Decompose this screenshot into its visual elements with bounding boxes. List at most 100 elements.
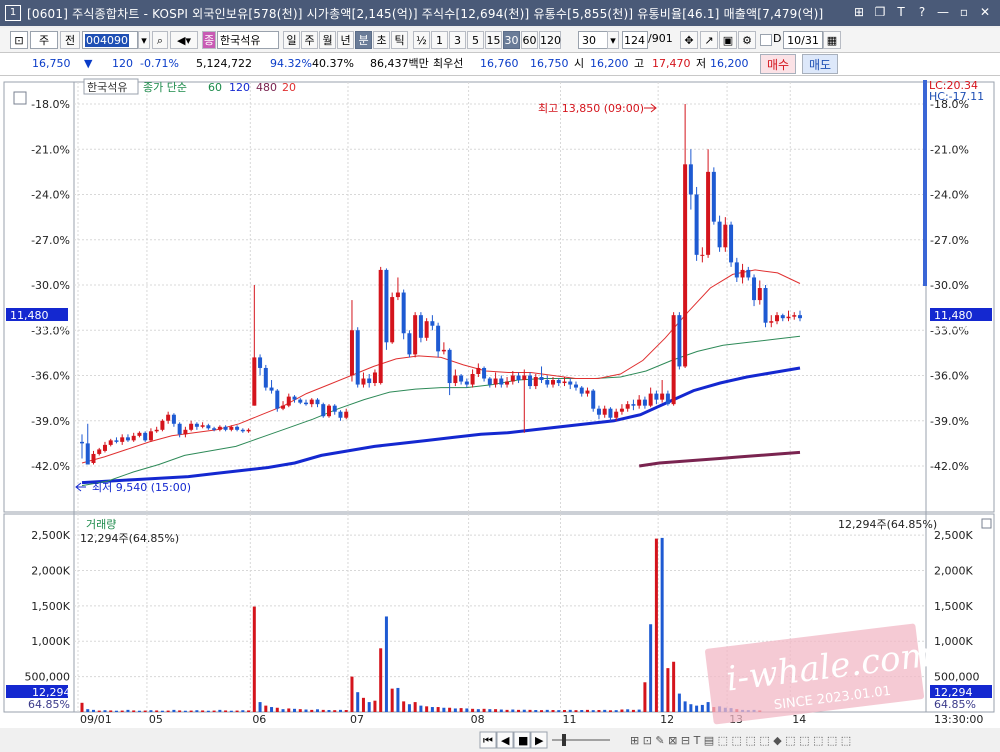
interval-button-3[interactable]: 5 [467,31,484,49]
interval-button-6[interactable]: 60 [521,31,538,49]
volume-bar [109,710,113,712]
candle-body [464,381,469,385]
pane-settings-icon [13,91,27,105]
candle-body [85,443,90,465]
candle-body [487,378,492,385]
candle-body [114,440,119,442]
volume-bar [310,709,314,712]
interval-button-5[interactable]: 30 [503,31,520,49]
buy-button[interactable]: 매수 [760,54,796,74]
crosshair-icon[interactable]: ✥ [680,31,698,49]
period-button-2[interactable]: 월 [319,31,336,49]
text-icon[interactable]: T [892,4,910,21]
volume-bar [155,710,159,712]
volume-bar [511,709,515,712]
volume-bar [270,707,274,712]
search-icon[interactable]: ⌕ [152,31,168,49]
volume-bar [172,709,176,712]
calendar-icon[interactable]: ▦ [823,31,841,49]
volume-bar [453,708,457,712]
volume-bar [591,710,595,712]
volume-bar [677,693,681,712]
candle-body [545,380,550,385]
candle-body [551,380,556,385]
volume-bar [344,710,348,712]
candle-body [654,393,659,400]
save-icon[interactable]: ▣ [719,31,737,49]
maximize-icon[interactable]: ▫ [955,4,973,21]
candle-body [240,429,245,432]
interval-button-7[interactable]: 120 [539,31,561,49]
type-select[interactable]: 주 [30,31,58,49]
interval-button-4[interactable]: 15 [485,31,502,49]
volume-bar [293,708,297,712]
d-checkbox[interactable] [760,34,772,46]
volume-bar [91,709,95,712]
candle-body [746,269,751,278]
candle-body [441,349,446,352]
interval-button-2[interactable]: 3 [449,31,466,49]
interval-input[interactable]: 30 [578,31,608,49]
period-button-4[interactable]: 분 [355,31,372,49]
candle-body [453,375,458,384]
candle-body [286,396,291,406]
period-button-3[interactable]: 년 [337,31,354,49]
volume-bar [517,709,521,712]
close-icon[interactable]: ✕ [976,4,994,21]
x-tick-label: 11 [562,713,576,726]
candle-body [642,399,647,406]
stop-icon: ■ [518,734,528,747]
y-tick-label-right: -39.0% [930,415,969,428]
candle-body [677,315,682,367]
draw-tool-icon[interactable]: ↗ [700,31,718,49]
y-tick-label-right: -24.0% [930,189,969,202]
period-button-6[interactable]: 틱 [391,31,408,49]
bottom-tools-icons: ⊞ ⊡ ✎ ⊠ ⊟ T ▤ ⬚ ⬚ ⬚ ⬚ ◆ ⬚ ⬚ ⬚ ⬚ ⬚ [630,734,851,747]
gear-icon[interactable]: ⚙ [738,31,756,49]
candle-body [304,402,309,405]
restore-icon[interactable]: ❐ [871,4,889,21]
period-button-1[interactable]: 주 [301,31,318,49]
candle-body [700,254,705,256]
stock-tag-badge: 종 [202,31,216,49]
interval-dropdown-icon[interactable]: ▾ [607,31,619,49]
interval-button-1[interactable]: 1 [431,31,448,49]
volume-tick-left: 500,000 [25,671,71,684]
code-dropdown-icon[interactable]: ▾ [138,31,150,49]
candle-body [372,372,377,384]
volume-pct-right: 64.85% [934,698,976,711]
date-input[interactable]: 10/31 [783,31,823,49]
volume-close-icon [981,518,992,529]
volume-bar [338,709,342,712]
interval-button-0[interactable]: ½ [413,31,430,49]
layout-icon[interactable]: ⊞ [850,4,868,21]
hc-label: HC:-17.11 [929,90,984,103]
count-input[interactable]: 124 [622,31,648,49]
y-tick-label-right: -30.0% [930,279,969,292]
volume-bar [126,709,130,712]
volume-bar [356,692,360,712]
candle-body [729,224,734,263]
candle-body [413,315,418,355]
minimize-icon[interactable]: — [934,4,952,21]
candle-body [258,357,263,368]
period-button-0[interactable]: 일 [283,31,300,49]
stock-chart[interactable]: -18.0% -18.0%-21.0% -21.0%-24.0% -24.0%-27.… [0,76,1000,752]
stock-code-input[interactable]: 004090 [82,31,138,49]
period-button-5[interactable]: 초 [373,31,390,49]
candle-body [711,171,716,222]
volume-bar [212,710,216,712]
speaker-icon[interactable]: ◀▾ [170,31,198,49]
layout-toggle-icon[interactable]: ⊡ [10,31,28,49]
candle-body [792,315,797,317]
candle-body [338,411,343,418]
candle-body [665,393,670,405]
x-tick-label: 09/01 [80,713,112,726]
volume-tick-right: 2,500K [934,529,973,542]
best-label: 최우선 [433,57,464,70]
chart-area[interactable]: -18.0% -18.0% -21.0% -21.0% -24.0% -24.0% -27.… [0,76,1000,752]
help-icon[interactable]: ? [913,4,931,21]
whole-button[interactable]: 전 [60,31,80,49]
candle-body [355,330,360,385]
sell-button[interactable]: 매도 [802,54,838,74]
